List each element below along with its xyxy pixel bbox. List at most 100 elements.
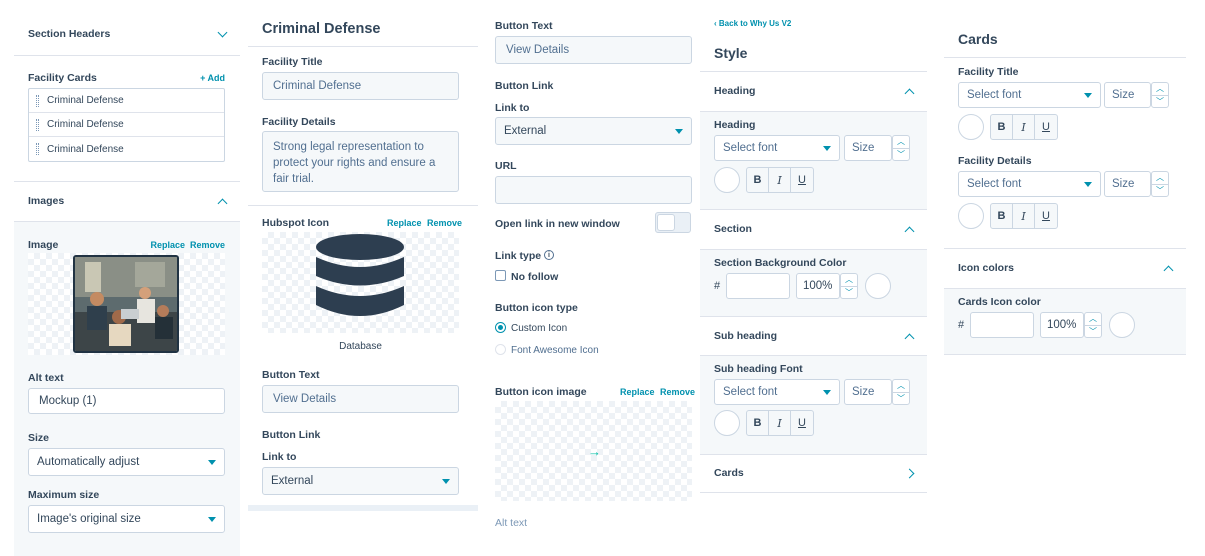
stepper-down-icon[interactable]: ﹀ [1085,324,1101,338]
cards-icon-opacity-input[interactable]: 100% [1040,312,1084,338]
bold-button[interactable]: B [991,204,1013,228]
size-select[interactable]: Automatically adjust [28,448,225,476]
facility-title-size-stepper[interactable]: ︿ ﹀ [1151,82,1169,108]
add-card-link[interactable]: + Add [200,73,225,83]
images-toggle[interactable]: Images [14,181,240,221]
opacity-stepper[interactable]: ︿ ﹀ [840,273,858,299]
facility-title-label: Facility Title [958,66,1019,78]
image-remove-link[interactable]: Remove [190,240,225,250]
stepper-down-icon[interactable]: ﹀ [841,285,857,299]
open-new-window-toggle[interactable] [655,212,691,233]
size-placeholder: Size [852,386,875,398]
stepper-up-icon[interactable]: ︿ [1152,172,1168,184]
heading-section-toggle[interactable]: Heading [700,71,927,111]
list-item[interactable]: Criminal Defense [29,89,224,113]
bold-button[interactable]: B [747,168,769,192]
section-bg-hex-input[interactable] [726,273,790,299]
style-panel: ‹ Back to Why Us V2 Style Heading Headin… [700,0,927,556]
underline-button[interactable]: U [1035,115,1057,139]
drag-handle-icon[interactable] [36,118,39,131]
sub-heading-font-select[interactable]: Select font [714,379,840,405]
stepper-down-icon[interactable]: ﹀ [893,391,909,405]
link-to-select[interactable]: External [495,117,692,145]
list-item[interactable]: Criminal Defense [29,113,224,137]
sub-heading-size-stepper[interactable]: ︿ ﹀ [892,379,910,405]
cards-icon-hex-input[interactable] [970,312,1034,338]
heading-size-input[interactable]: Size [844,135,892,161]
facility-title-color-swatch[interactable] [958,114,984,140]
info-icon[interactable]: i [544,250,554,260]
font-select-value: Select font [723,142,778,154]
facility-details-size-stepper[interactable]: ︿ ﹀ [1151,171,1169,197]
divider [944,354,1186,355]
section-headers-toggle[interactable]: Section Headers [14,14,240,54]
underline-button[interactable]: U [791,411,813,435]
stepper-up-icon[interactable]: ︿ [1152,83,1168,95]
icon-image-remove-link[interactable]: Remove [660,387,695,397]
no-follow-label: No follow [511,271,559,283]
divider [248,46,478,47]
heading-font-select[interactable]: Select font [714,135,840,161]
stepper-up-icon[interactable]: ︿ [893,136,909,148]
section-toggle[interactable]: Section [700,209,927,249]
link-to-select[interactable]: External [262,467,459,495]
icon-replace-link[interactable]: Replace [387,218,422,228]
heading-color-swatch[interactable] [714,167,740,193]
back-link[interactable]: ‹ Back to Why Us V2 [714,19,791,28]
sub-heading-color-swatch[interactable] [714,410,740,436]
italic-button[interactable]: I [769,411,791,435]
sub-heading-size-input[interactable]: Size [844,379,892,405]
section-bg-opacity-input[interactable]: 100% [796,273,840,299]
button-text-input[interactable]: View Details [262,385,459,413]
icon-colors-toggle[interactable]: Icon colors [944,248,1186,288]
facility-details-color-swatch[interactable] [958,203,984,229]
stepper-down-icon[interactable]: ﹀ [893,147,909,161]
italic-button[interactable]: I [769,168,791,192]
facility-details-font-select[interactable]: Select font [958,171,1101,197]
facility-title-size-input[interactable]: Size [1104,82,1151,108]
icon-image-replace-link[interactable]: Replace [620,387,655,397]
facility-details-textarea[interactable]: Strong legal representation to protect y… [262,131,459,192]
image-replace-link[interactable]: Replace [150,240,185,250]
font-awesome-radio[interactable] [495,344,506,355]
list-item[interactable]: Criminal Defense [29,137,224,161]
italic-button[interactable]: I [1013,115,1035,139]
facility-title-input[interactable]: Criminal Defense [262,72,459,100]
no-follow-checkbox[interactable] [495,270,506,281]
stepper-down-icon[interactable]: ﹀ [1152,94,1168,108]
cards-icon-color-swatch[interactable] [1109,312,1135,338]
max-size-select[interactable]: Image's original size [28,505,225,533]
cards-nav-item[interactable]: Cards [700,453,927,493]
icon-type-label: Button icon type [495,302,578,314]
icon-image-label: Button icon image [495,386,587,398]
drag-handle-icon[interactable] [36,94,39,107]
underline-button[interactable]: U [1035,204,1057,228]
icon-remove-link[interactable]: Remove [427,218,462,228]
facility-title-font-select[interactable]: Select font [958,82,1101,108]
facility-details-size-input[interactable]: Size [1104,171,1151,197]
opacity-stepper[interactable]: ︿ ﹀ [1084,312,1102,338]
drag-handle-icon[interactable] [36,143,39,155]
caret-down-icon [442,478,450,484]
stepper-down-icon[interactable]: ﹀ [1152,183,1168,197]
chevron-up-icon [904,333,915,343]
custom-icon-radio[interactable] [495,322,506,333]
heading-size-stepper[interactable]: ︿ ﹀ [892,135,910,161]
bold-button[interactable]: B [747,411,769,435]
font-select-value: Select font [967,89,1022,101]
underline-button[interactable]: U [791,168,813,192]
stepper-up-icon[interactable]: ︿ [1085,313,1101,325]
sub-heading-toggle[interactable]: Sub heading [700,316,927,356]
url-label: URL [495,160,517,172]
bold-button[interactable]: B [991,115,1013,139]
button-link-label: Button Link [495,80,554,92]
alt-text-input[interactable]: Mockup (1) [28,388,225,414]
italic-button[interactable]: I [1013,204,1035,228]
stepper-up-icon[interactable]: ︿ [893,380,909,392]
chevron-up-icon [217,198,228,208]
stepper-up-icon[interactable]: ︿ [841,274,857,286]
section-bg-color-swatch[interactable] [865,273,891,299]
link-to-select-value: External [271,475,314,487]
url-input[interactable] [495,176,692,204]
button-text-input[interactable]: View Details [495,36,692,64]
